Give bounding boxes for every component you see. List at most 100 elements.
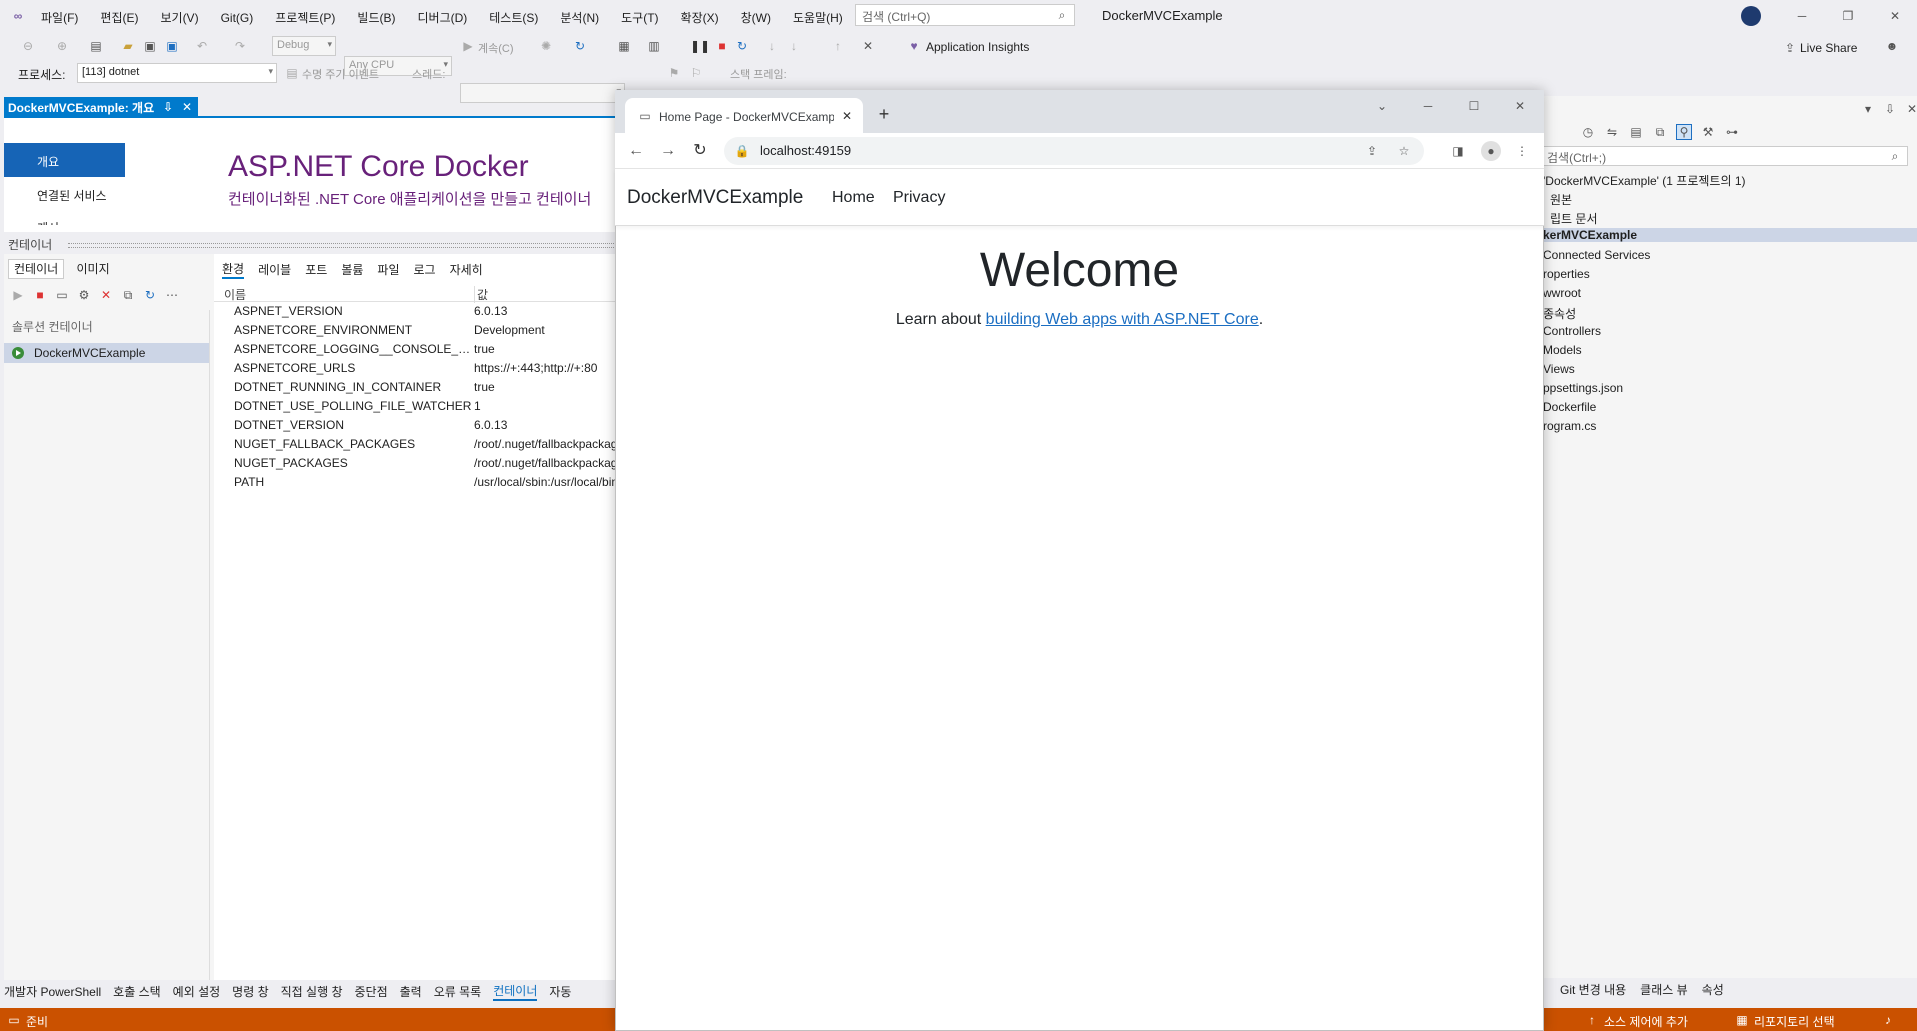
history-icon[interactable]: ◷ <box>1580 124 1596 140</box>
forward-icon[interactable]: ⊕ <box>54 38 70 54</box>
tab-labels[interactable]: 레이블 <box>258 261 291 278</box>
thread-flag-icon[interactable]: ⚐ <box>688 65 704 81</box>
solution-item[interactable]: kerMVCExample <box>1540 228 1917 242</box>
browser-menu-icon[interactable]: ⋮ <box>1514 143 1530 159</box>
start-container-icon[interactable]: ▶ <box>10 287 26 303</box>
reload-icon[interactable]: ↻ <box>692 143 708 159</box>
tab-autos[interactable]: 자동 <box>549 983 571 1000</box>
tab-containers-bottom[interactable]: 컨테이너 <box>493 982 538 1001</box>
solution-item[interactable]: Models <box>1543 343 1582 357</box>
doc-tab-overview[interactable]: DockerMVCExample: 개요 ⇩ ✕ <box>4 97 198 117</box>
menu-file[interactable]: 파일(F) <box>41 9 78 26</box>
side-panel-icon[interactable]: ◨ <box>1450 143 1466 159</box>
tab-call-stack[interactable]: 호출 스택 <box>113 983 161 1000</box>
tab-command-window[interactable]: 명령 창 <box>232 983 268 1000</box>
menu-help[interactable]: 도움말(H) <box>793 9 843 26</box>
profile-icon[interactable]: ● <box>1481 141 1501 161</box>
tab-details[interactable]: 자세히 <box>450 261 483 278</box>
stop-container-icon[interactable]: ■ <box>32 287 48 303</box>
menu-build[interactable]: 빌드(B) <box>357 9 395 26</box>
tab-logs[interactable]: 로그 <box>414 261 436 278</box>
nav-connected-services[interactable]: 연결된 서비스 <box>4 177 125 211</box>
process-dropdown[interactable]: [113] dotnet <box>77 63 277 83</box>
tab-immediate-window[interactable]: 직접 실행 창 <box>281 983 343 1000</box>
menu-extensions[interactable]: 확장(X) <box>681 9 719 26</box>
pin-panel-icon[interactable]: ⇩ <box>1882 101 1898 117</box>
app-insights-button[interactable]: Application Insights <box>926 40 1029 54</box>
menu-git[interactable]: Git(G) <box>221 11 254 25</box>
tab-images[interactable]: 이미지 <box>72 260 115 278</box>
tab-volumes[interactable]: 볼륨 <box>341 261 363 278</box>
more-icon[interactable]: ⋯ <box>164 287 180 303</box>
step-out-icon[interactable]: ↑ <box>830 38 846 54</box>
diagnostics-icon[interactable]: ✕ <box>860 38 876 54</box>
browser-maximize-icon[interactable]: ☐ <box>1466 98 1482 114</box>
browse-icon[interactable]: ▦ <box>616 38 632 54</box>
refresh-icon[interactable]: ↻ <box>572 38 588 54</box>
address-bar[interactable]: 🔒 localhost:49159 ⇪ ☆ <box>724 137 1424 165</box>
share-icon[interactable]: ⇪ <box>1364 143 1380 159</box>
site-nav-privacy[interactable]: Privacy <box>893 189 945 207</box>
tab-properties[interactable]: 속성 <box>1702 981 1724 998</box>
layout-icon[interactable]: ▥ <box>646 38 662 54</box>
solution-search-input[interactable]: 검색(Ctrl+;) ⌕ <box>1540 146 1908 166</box>
step-into-icon[interactable]: ↓ <box>764 38 780 54</box>
stop-icon[interactable]: ■ <box>714 38 730 54</box>
solution-item[interactable]: 종속성 <box>1543 305 1576 322</box>
step-over-icon[interactable]: ↓ <box>786 38 802 54</box>
open-folder-icon[interactable]: ▰ <box>120 38 136 54</box>
remove-container-icon[interactable]: ✕ <box>98 287 114 303</box>
flag-icon[interactable]: ⚑ <box>666 65 682 81</box>
minimize-icon[interactable]: ─ <box>1794 8 1810 24</box>
menu-test[interactable]: 테스트(S) <box>489 9 538 26</box>
add-to-source-control-button[interactable]: 소스 제어에 추가 <box>1604 1013 1688 1030</box>
tab-ports[interactable]: 포트 <box>305 261 327 278</box>
site-brand-link[interactable]: DockerMVCExample <box>627 187 803 209</box>
menu-edit[interactable]: 편집(E) <box>100 9 138 26</box>
tab-exception-settings[interactable]: 예외 설정 <box>173 983 221 1000</box>
solution-item[interactable]: 원본 <box>1550 191 1572 208</box>
tab-environment[interactable]: 환경 <box>222 260 245 279</box>
tab-error-list[interactable]: 오류 목록 <box>434 983 482 1000</box>
new-project-icon[interactable]: ▤ <box>88 38 104 54</box>
tab-files[interactable]: 파일 <box>377 261 399 278</box>
menu-view[interactable]: 보기(V) <box>160 9 198 26</box>
tab-breakpoints[interactable]: 중단점 <box>355 983 388 1000</box>
browser-minimize-icon[interactable]: ─ <box>1420 98 1436 114</box>
pause-icon[interactable]: ❚❚ <box>690 38 710 54</box>
solution-item[interactable]: wwroot <box>1543 286 1581 300</box>
attach-icon[interactable]: ⚙ <box>76 287 92 303</box>
sync-icon[interactable]: ⇋ <box>1604 124 1620 140</box>
tab-close-icon[interactable]: ✕ <box>839 108 855 124</box>
thread-dropdown[interactable] <box>460 83 625 103</box>
menu-analyze[interactable]: 분석(N) <box>560 9 599 26</box>
doc-tab-close-icon[interactable]: ✕ <box>179 99 195 115</box>
solution-item[interactable]: Controllers <box>1543 324 1601 338</box>
continue-button[interactable]: 계속(C) <box>478 40 514 56</box>
show-all-icon[interactable]: ⧉ <box>1652 124 1668 140</box>
tree-icon[interactable]: ⊶ <box>1724 124 1740 140</box>
menu-debug[interactable]: 디버그(D) <box>417 9 467 26</box>
play-icon[interactable]: ▶ <box>460 38 476 54</box>
solution-item[interactable]: Dockerfile <box>1543 400 1596 414</box>
solution-item[interactable]: roperties <box>1543 267 1590 281</box>
tab-class-view[interactable]: 클래스 뷰 <box>1640 981 1688 998</box>
close-icon[interactable]: ✕ <box>1887 8 1903 24</box>
notifications-icon[interactable]: ♪ <box>1880 1012 1896 1028</box>
tab-git-changes[interactable]: Git 변경 내용 <box>1560 981 1626 998</box>
browser-back-icon[interactable]: ← <box>628 143 644 159</box>
select-repository-button[interactable]: 리포지토리 선택 <box>1754 1013 1835 1030</box>
solution-item[interactable]: Views <box>1543 362 1575 376</box>
container-item[interactable]: DockerMVCExample <box>4 343 209 363</box>
prune-icon[interactable]: ⧉ <box>120 287 136 303</box>
new-tab-icon[interactable]: + <box>876 105 892 123</box>
solution-item[interactable]: ppsettings.json <box>1543 381 1623 395</box>
tab-search-icon[interactable]: ⌄ <box>1374 98 1390 114</box>
learn-link[interactable]: building Web apps with ASP.NET Core <box>986 311 1259 328</box>
solution-item[interactable]: 'DockerMVCExample' (1 프로젝트의 1) <box>1543 172 1746 189</box>
window-dropdown-icon[interactable]: ▾ <box>1860 101 1876 117</box>
nav-publish[interactable]: 게시 <box>4 211 125 225</box>
pin-icon[interactable]: ⇩ <box>160 99 176 115</box>
menu-tools[interactable]: 도구(T) <box>621 9 658 26</box>
terminal-icon[interactable]: ▭ <box>54 287 70 303</box>
